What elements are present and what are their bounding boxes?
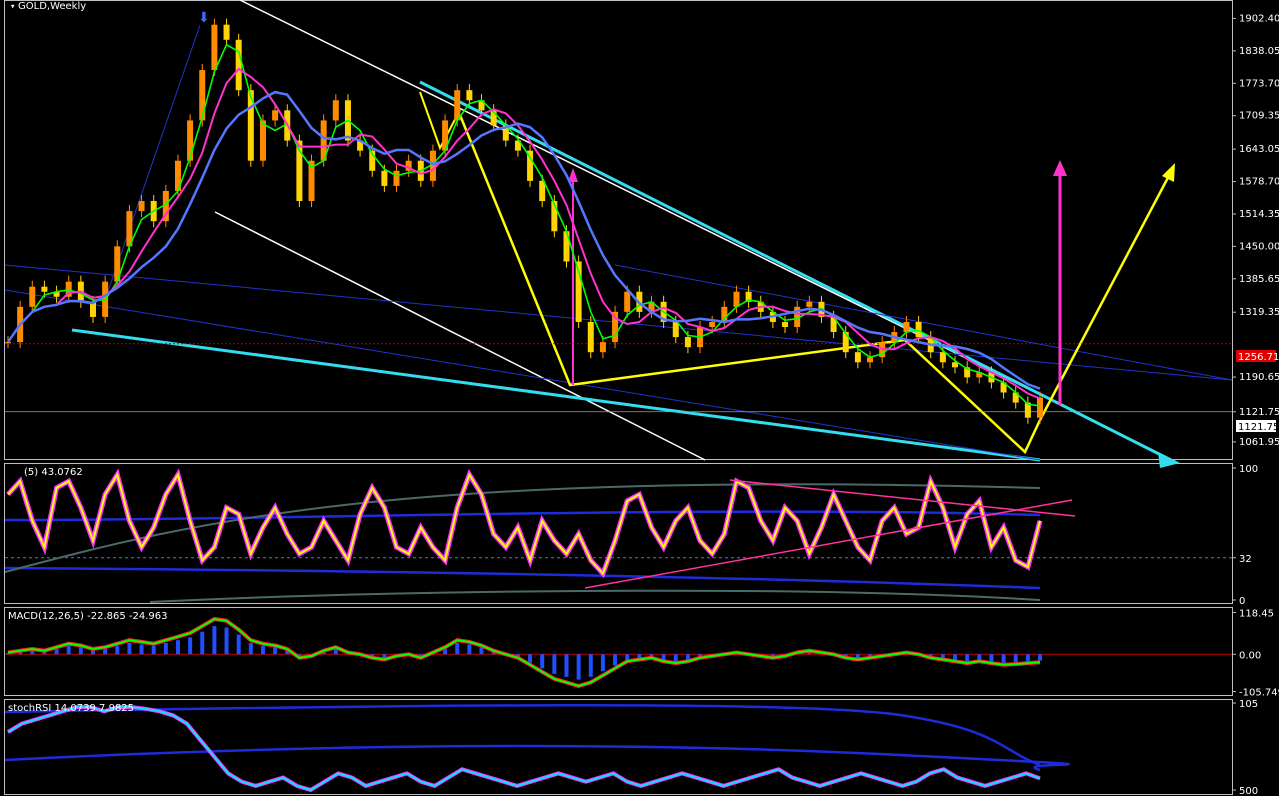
stochrsi-title: stochRSI 14.0739 7.9825 [8,703,134,714]
candle-body [211,24,218,71]
stoch-shadow-line [6,705,1041,793]
trend-line-cyan-upper [419,80,1176,464]
candle-body [138,201,145,212]
candle-body [806,301,813,307]
ma-mid-line [7,67,1041,400]
candle-body [624,291,631,312]
price-tick-label: 1578.70 [1239,177,1279,188]
down-arrow-icon: ⬇ [198,10,210,26]
main-chart-title: GOLD,Weekly [18,1,86,12]
current-price-tag: 1121.75 [1236,420,1279,433]
stoch-line [7,706,1041,792]
price-tick-label: 1643.05 [1239,144,1279,155]
chart-canvas: ⬇ 100 32 0 118.45 0.00 -105.749 105 500 1902.… [4,0,1279,796]
macd-signal-line [7,616,1041,689]
candle-body [915,321,922,338]
candle-body [842,332,849,353]
macd-pane: 118.45 0.00 -105.749 [5,609,1279,699]
candle-body [854,352,861,363]
reference-price-tag: 1256.71 [1236,350,1279,363]
price-tick-label: 1385.65 [1239,274,1279,285]
candle-body [272,110,279,121]
candle-body [684,337,691,348]
candle-body [939,352,946,363]
price-tick-label: 1450.00 [1239,241,1279,252]
pane-tick-label: -105.749 [1239,688,1279,699]
candle-body [41,286,48,292]
oscillator-title: (5) 43.0762 [24,467,83,478]
arrow-up-icon [1053,160,1067,176]
candle-body [782,321,789,327]
stochrsi-pane: 105 500 [4,699,1258,796]
candle-body [29,286,36,307]
candle-body [599,342,606,353]
stoch-band [4,744,1070,772]
slow-curve-lower [149,589,1041,603]
price-axis: 1902.40 1838.05 1773.70 1709.35 1643.05 1578.… [1232,13,1279,448]
candle-body [709,321,716,327]
pane-tick-label: 118.45 [1239,609,1274,620]
channel-line-blue-upper [4,264,1233,381]
price-tick-label: 1121.75 [1239,407,1279,418]
yellow-wave-path [458,114,1042,455]
candle-body [332,100,339,121]
price-tick-label: 1061.95 [1239,437,1279,448]
candle-body [5,342,11,344]
candle-body [733,291,740,307]
chevron-down-icon[interactable]: ▾ [10,2,15,12]
candle-body [466,90,473,101]
candle-body [381,170,388,186]
candle-body [199,70,206,121]
candle-body [587,321,594,353]
price-tick-label: 1514.35 [1239,209,1279,220]
svg-text:1256.71: 1256.71 [1238,352,1279,363]
svg-text:1121.75: 1121.75 [1238,422,1279,433]
price-tick-label: 1319.35 [1239,307,1279,318]
pane-tick-label: 100 [1239,464,1258,475]
chart-window: ⬇ 100 32 0 118.45 0.00 -105.749 105 500 1902.… [0,0,1279,796]
candle-body [393,170,400,186]
oscillator-pane: 100 32 0 [4,464,1258,607]
price-tick-label: 1190.65 [1239,372,1279,383]
candle-body [1037,397,1043,418]
candle-body [259,120,266,161]
candle-body [235,39,242,91]
band-lower [4,566,1041,590]
trend-line-white-lower [214,211,706,461]
drawings-layer: ⬇ [4,0,1233,468]
ma-fast-line [7,43,1041,407]
price-tick-label: 1838.05 [1239,46,1279,57]
price-tick-label: 1773.70 [1239,78,1279,89]
pane-tick-label: 0 [1239,596,1245,607]
candle-body [454,90,461,121]
macd-title: MACD(12,26,5) -22.865 -24.963 [8,611,168,622]
pane-tick-label: 105 [1239,699,1258,710]
candle-body [672,321,679,338]
candle-body [223,24,230,40]
oscillator-shadow-line [6,468,1043,579]
arrow-head-icon [1162,163,1175,182]
oscillator-line [7,472,1041,576]
price-tick-label: 1709.35 [1239,111,1279,122]
candle-body [903,321,910,333]
stoch-band-upper [4,703,1041,767]
pane-tick-label: 500 [1239,786,1258,796]
price-tick-label: 1902.40 [1239,13,1279,24]
pane-tick-label: 32 [1239,554,1252,565]
slow-curve [4,483,1041,573]
pane-tick-label: 0.00 [1239,650,1261,661]
macd-line [7,617,1041,688]
channel-line-blue-right [614,264,1233,381]
